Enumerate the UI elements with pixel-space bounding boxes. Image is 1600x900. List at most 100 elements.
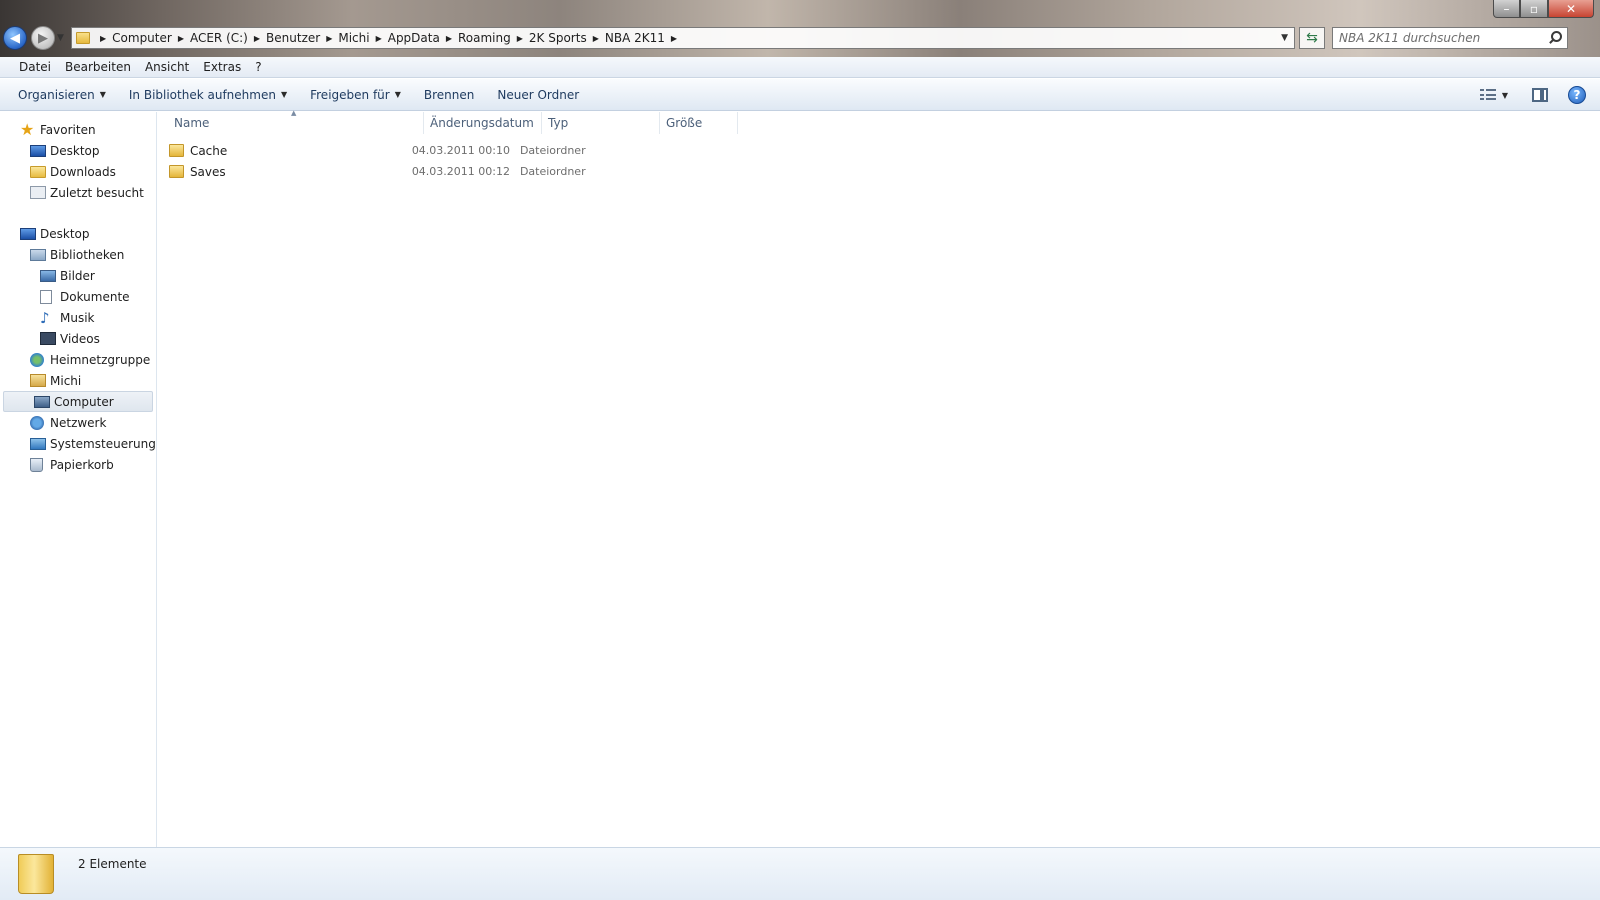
menu-ansicht[interactable]: Ansicht	[138, 60, 196, 74]
search-icon[interactable]	[1547, 30, 1563, 46]
nav-lib-videos[interactable]: Videos	[0, 328, 156, 349]
music-note-icon: ♪	[40, 308, 50, 327]
chevron-right-icon[interactable]: ▶	[178, 34, 184, 43]
nav-fav-downloads[interactable]: Downloads	[0, 161, 156, 182]
nav-lib-pictures[interactable]: Bilder	[0, 265, 156, 286]
view-options-icon[interactable]	[1479, 89, 1496, 101]
recent-pages-dropdown[interactable]: ▼	[57, 33, 64, 43]
menu-bar: Datei Bearbeiten Ansicht Extras ?	[0, 57, 1600, 78]
view-options-dropdown[interactable]: ▼	[1502, 91, 1508, 100]
desktop-icon	[30, 144, 46, 157]
arrow-left-icon: ◀	[10, 30, 20, 46]
breadcrumb-item[interactable]: AppData ▶	[388, 31, 458, 45]
new-folder-button[interactable]: Neuer Ordner	[490, 88, 586, 102]
chevron-right-icon[interactable]: ▶	[100, 34, 106, 43]
table-row[interactable]: Cache 04.03.2011 00:10 Dateiordner	[169, 140, 629, 161]
address-bar[interactable]: ▶ Computer ▶ ACER (C:) ▶ Benutzer ▶ Michi ▶ …	[71, 27, 1295, 49]
window-controls: – ▫ ✕	[1493, 0, 1594, 18]
address-history-dropdown[interactable]: ▼	[1281, 33, 1288, 43]
breadcrumb-item[interactable]: Roaming ▶	[458, 31, 529, 45]
menu-datei[interactable]: Datei	[12, 60, 58, 74]
back-button[interactable]: ◀	[3, 26, 27, 50]
video-icon	[40, 332, 56, 345]
column-header-size[interactable]: Größe	[660, 112, 738, 134]
nav-desktop[interactable]: Desktop	[0, 223, 156, 244]
folder-icon	[76, 32, 90, 44]
nav-control-panel[interactable]: Systemsteuerung	[0, 433, 156, 454]
pictures-icon	[40, 269, 56, 282]
network-icon	[30, 415, 44, 430]
breadcrumb-item[interactable]: Computer ▶	[112, 31, 190, 45]
burn-button[interactable]: Brennen	[417, 88, 481, 102]
breadcrumb-root[interactable]: ▶	[94, 34, 112, 43]
chevron-right-icon[interactable]: ▶	[446, 34, 452, 43]
caret-down-icon: ▼	[394, 90, 401, 99]
refresh-button[interactable]: ⇆	[1299, 27, 1325, 49]
breadcrumb-item[interactable]: Benutzer ▶	[266, 31, 338, 45]
nav-computer[interactable]: Computer	[3, 391, 153, 412]
nav-libraries[interactable]: Bibliotheken	[0, 244, 156, 265]
folder-icon	[18, 854, 54, 894]
downloads-folder-icon	[30, 165, 46, 178]
computer-icon	[34, 395, 50, 408]
nav-recycle-bin[interactable]: Papierkorb	[0, 454, 156, 475]
navigation-row: ◀ ▶ ▼ ▶ Computer ▶ ACER (C:) ▶ Benutzer ▶ M…	[0, 23, 1600, 53]
breadcrumb-item[interactable]: ACER (C:) ▶	[190, 31, 266, 45]
column-header-date[interactable]: Änderungsdatum	[424, 112, 542, 134]
column-headers: ▲ Name Änderungsdatum Typ Größe	[157, 109, 738, 134]
nav-network[interactable]: Netzwerk	[0, 412, 156, 433]
menu-bearbeiten[interactable]: Bearbeiten	[58, 60, 138, 74]
close-button[interactable]: ✕	[1548, 0, 1594, 18]
include-in-library-button[interactable]: In Bibliothek aufnehmen ▼	[122, 88, 294, 102]
menu-extras[interactable]: Extras	[196, 60, 248, 74]
minimize-button[interactable]: –	[1493, 0, 1520, 18]
nav-fav-desktop[interactable]: Desktop	[0, 140, 156, 161]
table-row[interactable]: Saves 04.03.2011 00:12 Dateiordner	[169, 161, 629, 182]
nav-homegroup[interactable]: Heimnetzgruppe	[0, 349, 156, 370]
recent-places-icon	[30, 186, 46, 199]
refresh-icon: ⇆	[1306, 30, 1318, 46]
column-header-name[interactable]: ▲ Name	[157, 109, 424, 134]
libraries-icon	[30, 248, 46, 261]
user-folder-icon	[30, 374, 46, 387]
nav-user[interactable]: Michi	[0, 370, 156, 391]
forward-button[interactable]: ▶	[31, 26, 55, 50]
nav-fav-recent[interactable]: Zuletzt besucht	[0, 182, 156, 203]
column-header-type[interactable]: Typ	[542, 112, 660, 134]
share-with-button[interactable]: Freigeben für ▼	[303, 88, 408, 102]
navigation-pane: ★ Favoriten Desktop Downloads Zuletzt bes…	[0, 112, 157, 847]
file-list: ▲ Name Änderungsdatum Typ Größe Cache 04.…	[157, 109, 1600, 847]
command-bar-right: ▼ ?	[1479, 79, 1600, 111]
star-icon: ★	[20, 119, 35, 139]
chevron-right-icon[interactable]: ▶	[376, 34, 382, 43]
chevron-right-icon[interactable]: ▶	[517, 34, 523, 43]
folder-icon	[169, 144, 184, 157]
homegroup-icon	[30, 352, 44, 367]
help-icon[interactable]: ?	[1568, 86, 1586, 104]
recycle-bin-icon	[30, 457, 43, 472]
sort-ascending-icon: ▲	[291, 109, 297, 117]
breadcrumb-item[interactable]: Michi ▶	[338, 31, 387, 45]
item-count: 2 Elemente	[78, 857, 147, 871]
nav-lib-music[interactable]: ♪ Musik	[0, 307, 156, 328]
details-pane: 2 Elemente	[0, 847, 1600, 900]
chevron-right-icon[interactable]: ▶	[326, 34, 332, 43]
breadcrumb-item[interactable]: NBA 2K11 ▶	[605, 31, 683, 45]
command-bar: Organisieren ▼ In Bibliothek aufnehmen ▼ F…	[0, 79, 1600, 111]
caret-down-icon: ▼	[99, 90, 106, 99]
arrow-right-icon: ▶	[38, 30, 48, 46]
organize-button[interactable]: Organisieren ▼	[11, 88, 113, 102]
search-input[interactable]	[1333, 31, 1547, 45]
chevron-right-icon[interactable]: ▶	[671, 34, 677, 43]
breadcrumb-item[interactable]: 2K Sports ▶	[529, 31, 605, 45]
menu-help[interactable]: ?	[248, 60, 268, 74]
nav-lib-documents[interactable]: Dokumente	[0, 286, 156, 307]
document-icon	[40, 289, 52, 304]
nav-favorites[interactable]: ★ Favoriten	[0, 119, 156, 140]
maximize-button[interactable]: ▫	[1520, 0, 1548, 18]
chevron-right-icon[interactable]: ▶	[254, 34, 260, 43]
search-box[interactable]	[1332, 27, 1568, 49]
chevron-right-icon[interactable]: ▶	[593, 34, 599, 43]
preview-pane-icon[interactable]	[1532, 88, 1548, 102]
